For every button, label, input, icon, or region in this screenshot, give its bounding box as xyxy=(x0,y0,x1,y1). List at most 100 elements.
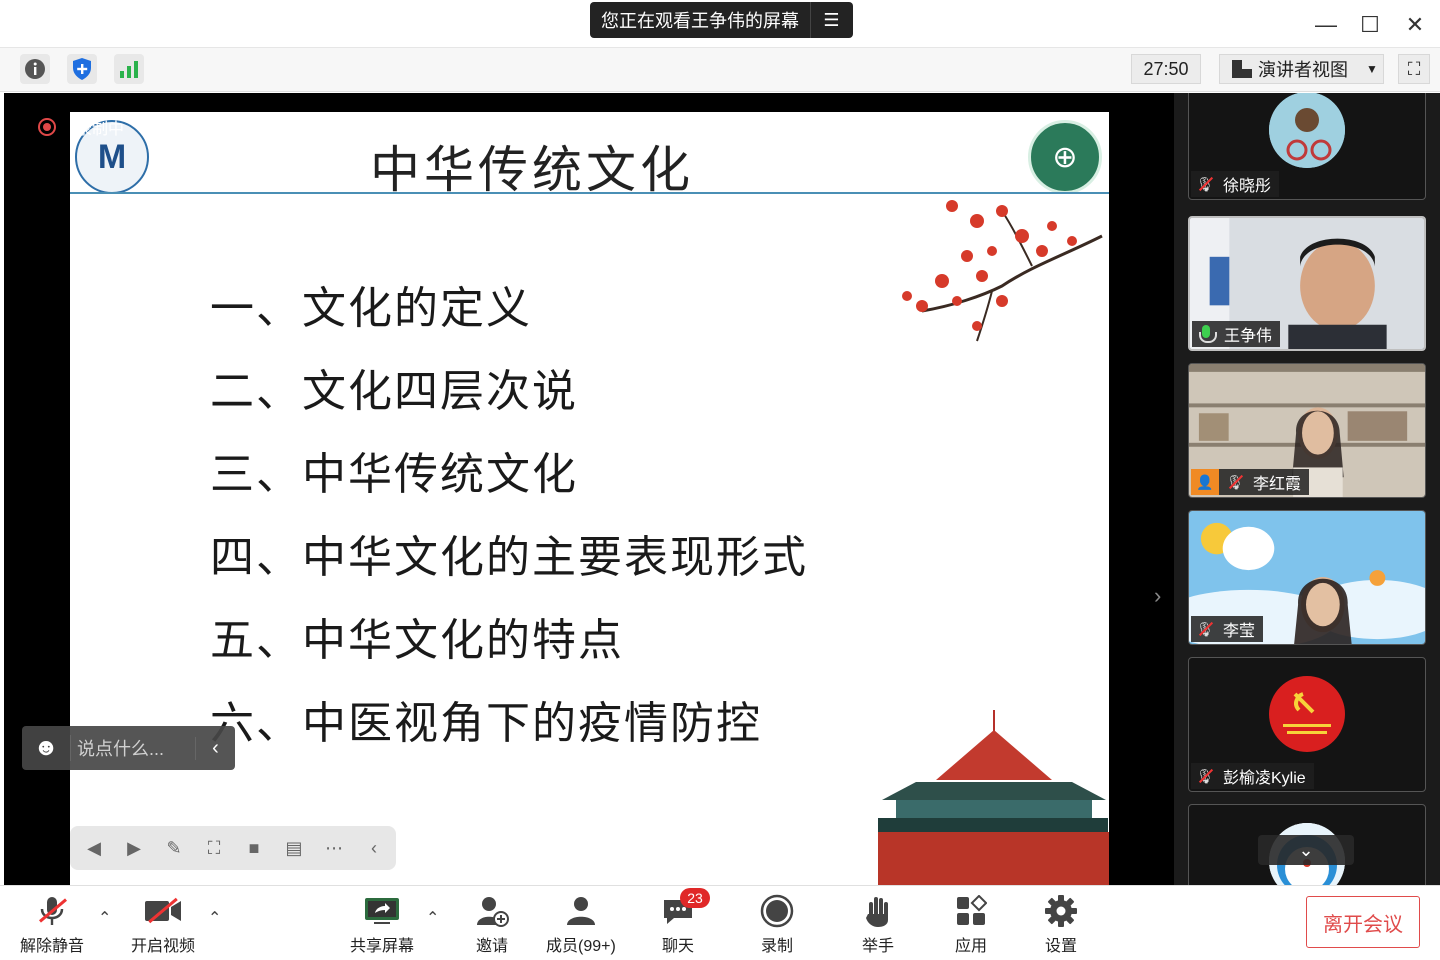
share-menu-icon[interactable]: ☰ xyxy=(810,2,852,38)
comment-icon[interactable]: ▤ xyxy=(282,836,306,860)
previous-icon[interactable]: ◀ xyxy=(82,836,106,860)
agenda-item: 四、中华文化的主要表现形式 xyxy=(210,532,808,583)
emoji-icon[interactable]: ☻ xyxy=(22,734,70,762)
avatar xyxy=(1269,676,1345,752)
slide-divider xyxy=(70,192,1109,194)
invite-label: 邀请 xyxy=(475,938,508,955)
info-icon[interactable] xyxy=(20,54,50,84)
participant-nameplate: 🎙 徐晓彤 xyxy=(1191,171,1280,197)
participant-nameplate: 👤 🎙 李红霞 xyxy=(1191,469,1310,495)
signal-icon[interactable] xyxy=(114,54,144,84)
unmute-button[interactable]: 解除静音 xyxy=(20,894,84,956)
mic-muted-icon: 🎙 xyxy=(1195,174,1215,194)
share-options-caret[interactable]: ⌃ xyxy=(426,908,439,928)
screenshot-icon[interactable]: ⛶ xyxy=(202,836,226,860)
shield-icon[interactable] xyxy=(67,54,97,84)
agenda-item: 一、文化的定义 xyxy=(210,283,532,334)
record-button[interactable]: 录制 xyxy=(757,894,797,956)
chat-button[interactable]: 23 聊天 xyxy=(658,888,710,956)
apps-label: 应用 xyxy=(954,938,987,955)
members-icon xyxy=(561,894,601,928)
agenda-item: 六、中医视角下的疫情防控 xyxy=(210,698,762,749)
participant-tile[interactable]: 👤 🎙 李红霞 xyxy=(1188,363,1426,498)
mic-muted-icon: 🎙 xyxy=(1225,472,1245,492)
palace-decoration xyxy=(878,710,1109,885)
view-layout-icon xyxy=(1232,60,1252,78)
participant-name: 李莹 xyxy=(1223,623,1256,640)
apps-button[interactable]: 应用 xyxy=(951,894,991,956)
play-icon[interactable]: ▶ xyxy=(122,836,146,860)
collapse-toolbar-icon[interactable]: ‹ xyxy=(362,836,386,860)
share-screen-icon xyxy=(362,894,402,928)
agenda-item: 五、中华文化的特点 xyxy=(210,615,624,666)
record-dot-icon xyxy=(38,118,56,136)
shared-screen-stage: M ⊕ 中华传统文化 一、文化的定义 二、文化四层次说 三、中华传统文化 四、中… xyxy=(4,93,1174,885)
leave-meeting-button[interactable]: 离开会议 xyxy=(1306,896,1420,948)
share-banner-text: 您正在观看王争伟的屏幕 xyxy=(601,11,799,31)
plum-blossom-decoration xyxy=(902,200,1103,342)
share-screen-button[interactable]: 共享屏幕 xyxy=(350,894,414,956)
minimize-button[interactable]: — xyxy=(1306,8,1346,42)
chat-unread-badge: 23 xyxy=(680,888,710,908)
meeting-timer: 27:50 xyxy=(1131,54,1201,84)
mic-muted-icon: 🎙 xyxy=(1195,619,1215,639)
video-off-icon xyxy=(143,894,183,928)
more-icon[interactable]: ⋯ xyxy=(322,836,346,860)
mic-muted-icon: 🎙 xyxy=(1195,766,1215,786)
gear-icon xyxy=(1041,894,1081,928)
participant-tile[interactable]: 🎙 彭榆凌Kylie xyxy=(1188,657,1426,792)
participant-nameplate: 🎙 李莹 xyxy=(1191,616,1264,642)
add-person-icon xyxy=(472,894,512,928)
participant-name: 王争伟 xyxy=(1224,328,1273,345)
raise-hand-button[interactable]: 举手 xyxy=(858,894,898,956)
pen-icon[interactable]: ✎ xyxy=(162,836,186,860)
chat-input-bar[interactable]: ☻ 说点什么... ‹ xyxy=(22,726,235,770)
chat-label: 聊天 xyxy=(661,938,694,955)
close-button[interactable]: ✕ xyxy=(1395,8,1435,42)
apps-grid-icon xyxy=(951,894,991,928)
view-label: 演讲者视图 xyxy=(1258,60,1348,80)
unmute-label: 解除静音 xyxy=(20,938,85,955)
chevron-down-icon[interactable]: ⌄ xyxy=(1258,835,1354,865)
participant-gallery: 🎙 徐晓彤 王争伟 👤 🎙 李红霞 🎙 李莹 🎙 彭榆凌Kylie ⌄ xyxy=(1174,93,1440,885)
collapse-chat-icon[interactable]: ‹ xyxy=(195,736,235,760)
hand-icon xyxy=(858,894,898,928)
record-icon xyxy=(757,894,797,928)
participant-tile[interactable]: 🎙 徐晓彤 xyxy=(1188,93,1426,200)
chat-bubble-icon: 23 xyxy=(658,888,710,928)
participant-name: 徐晓彤 xyxy=(1223,178,1272,195)
members-label: 成员(99+) xyxy=(546,938,616,955)
window-titlebar: 您正在观看王争伟的屏幕 ☰ — ☐ ✕ xyxy=(0,0,1440,48)
mic-on-icon xyxy=(1196,324,1217,344)
screen-share-banner[interactable]: 您正在观看王争伟的屏幕 ☰ xyxy=(590,2,853,38)
audio-options-caret[interactable]: ⌃ xyxy=(98,908,111,928)
recording-label: 录制中 xyxy=(76,121,125,138)
annotation-toolbar: ◀ ▶ ✎ ⛶ ■ ▤ ⋯ ‹ xyxy=(70,826,396,870)
fullscreen-icon[interactable]: ⛶ xyxy=(1398,54,1430,84)
participant-name: 李红霞 xyxy=(1253,476,1302,493)
start-video-label: 开启视频 xyxy=(131,938,196,955)
speaker-view-dropdown[interactable]: 演讲者视图 ▼ xyxy=(1219,54,1384,84)
participant-name: 彭榆凌Kylie xyxy=(1223,770,1306,787)
camera-icon[interactable]: ■ xyxy=(242,836,266,860)
record-label: 录制 xyxy=(760,938,793,955)
participant-nameplate: 🎙 彭榆凌Kylie xyxy=(1191,763,1314,789)
participant-tile[interactable]: 🎙 李莹 xyxy=(1188,510,1426,645)
globe-logo-right: ⊕ xyxy=(1028,120,1102,194)
chat-input[interactable]: 说点什么... xyxy=(70,735,195,761)
agenda-item: 二、文化四层次说 xyxy=(210,366,578,417)
avatar xyxy=(1269,93,1345,168)
recording-indicator: 录制中 xyxy=(38,115,124,139)
meeting-controls-bar: 解除静音 ⌃ 开启视频 ⌃ 共享屏幕 ⌃ 邀请 成员(99+) 23 聊天 录制… xyxy=(0,885,1440,960)
chevron-right-icon[interactable]: › xyxy=(1154,583,1161,609)
maximize-button[interactable]: ☐ xyxy=(1350,8,1390,42)
members-button[interactable]: 成员(99+) xyxy=(546,894,616,956)
participant-tile-active-speaker[interactable]: 王争伟 xyxy=(1188,216,1426,351)
chevron-down-icon: ▼ xyxy=(1366,62,1378,76)
video-options-caret[interactable]: ⌃ xyxy=(208,908,221,928)
raise-hand-label: 举手 xyxy=(861,938,894,955)
settings-button[interactable]: 设置 xyxy=(1041,894,1081,956)
start-video-button[interactable]: 开启视频 xyxy=(131,894,195,956)
invite-button[interactable]: 邀请 xyxy=(472,894,512,956)
microphone-muted-icon xyxy=(32,894,72,928)
